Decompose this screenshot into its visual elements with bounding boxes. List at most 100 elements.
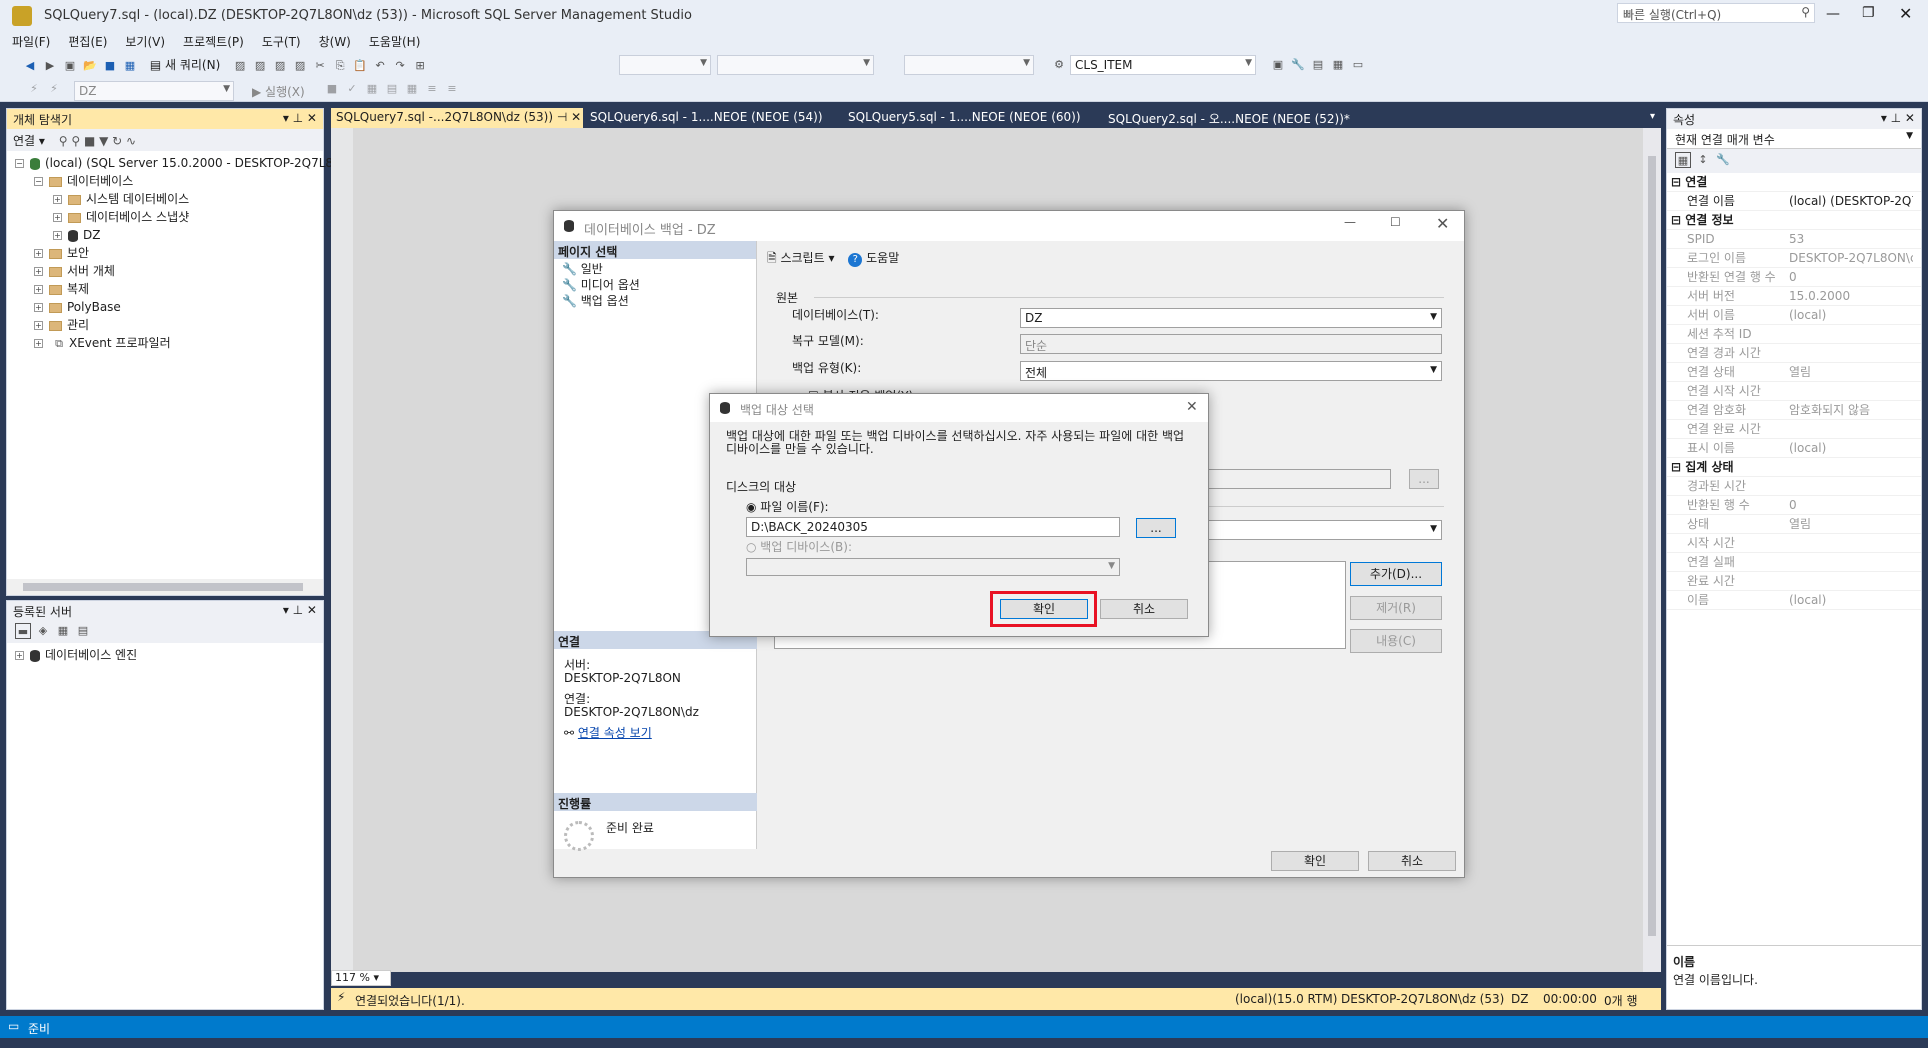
maximize-icon[interactable]: ☐ <box>1390 215 1401 229</box>
property-row[interactable]: SPID 53 <box>1667 230 1921 249</box>
panel-pin-icon[interactable]: ▾ ⊥ ✕ <box>283 111 317 125</box>
open-icon[interactable]: 📂 <box>82 58 98 74</box>
database-select[interactable]: DZ ▼ <box>1020 308 1442 328</box>
database-combo[interactable]: DZ ▼ <box>74 81 234 101</box>
pin-icon[interactable]: ⊣ <box>557 110 567 124</box>
tree-node[interactable]: + 데이터베이스 스냅샷 <box>15 208 323 226</box>
add-button[interactable]: 추가(D)... <box>1350 562 1442 586</box>
cancel-button[interactable]: 취소 <box>1100 599 1188 619</box>
property-category[interactable]: ⊟ 연결 정보 <box>1667 211 1921 230</box>
tree-node[interactable]: + ⧉ XEvent 프로파일러 <box>15 334 323 352</box>
tree-node[interactable]: − 데이터베이스 <box>15 172 323 190</box>
backup-cancel-button[interactable]: 취소 <box>1368 851 1456 871</box>
expand-icon[interactable]: + <box>34 249 43 258</box>
new-project-icon[interactable]: ▣ <box>62 58 78 74</box>
minimize-icon[interactable]: — <box>1344 215 1356 229</box>
property-row[interactable]: 연결 상태 열림 <box>1667 363 1921 382</box>
property-row[interactable]: 세션 추적 ID <box>1667 325 1921 344</box>
tree-node[interactable]: + 서버 개체 <box>15 262 323 280</box>
script-button[interactable]: 🗎 스크립트 ▾ <box>767 251 834 265</box>
backup-device-select[interactable]: ▼ <box>746 558 1120 576</box>
tab-sqlquery5[interactable]: SQLQuery5.sql - 1....NEOE (NEOE (60)) <box>843 108 1099 128</box>
backup-type-select[interactable]: 전체 ▼ <box>1020 361 1442 381</box>
panel-pin-icon[interactable]: ▾ ⊥ ✕ <box>1881 111 1915 125</box>
property-row[interactable]: 연결 이름 (local) (DESKTOP-2Q7L8 <box>1667 192 1921 211</box>
expand-icon[interactable]: − <box>34 177 43 186</box>
page-backup-options[interactable]: 🔧 백업 옵션 <box>562 293 748 309</box>
integration-icon[interactable]: ▤ <box>75 623 91 639</box>
help-button[interactable]: ? 도움말 <box>848 251 899 267</box>
find-combo[interactable]: CLS_ITEM ▼ <box>1070 55 1256 75</box>
view-connection-properties-link[interactable]: ⚯ 연결 속성 보기 <box>564 727 699 740</box>
minimize-button[interactable]: — <box>1826 6 1840 22</box>
disconnect-icon[interactable]: ⚡ <box>46 81 62 97</box>
menu-project[interactable]: 프로젝트(P) <box>174 30 253 53</box>
connect-icon[interactable]: ⚡ <box>26 81 42 97</box>
property-row[interactable]: 이름 (local) <box>1667 591 1921 610</box>
redo-icon[interactable]: ↷ <box>392 58 408 74</box>
platform-combo[interactable]: ▼ <box>717 55 874 75</box>
connect-dropdown[interactable]: 연결 ▾ <box>13 134 45 148</box>
tree-node[interactable]: + 시스템 데이터베이스 <box>15 190 323 208</box>
copy-icon[interactable]: ⎘ <box>332 58 348 74</box>
tree-node[interactable]: − (local) (SQL Server 15.0.2000 - DESKTOP… <box>15 154 343 172</box>
tree-node[interactable]: + PolyBase <box>15 298 323 316</box>
tab-sqlquery6[interactable]: SQLQuery6.sql - 1....NEOE (NEOE (54)) <box>585 108 839 128</box>
comment-icon[interactable]: ≡ <box>424 81 440 97</box>
registered-servers-icon[interactable]: ▤ <box>1310 57 1326 73</box>
paste-icon[interactable]: 📋 <box>352 58 368 74</box>
property-row[interactable]: 경과된 시간 <box>1667 477 1921 496</box>
vertical-scrollbar[interactable] <box>1643 128 1661 972</box>
uncomment-icon[interactable]: ≡ <box>444 81 460 97</box>
options-icon[interactable]: ▭ <box>1350 57 1366 73</box>
menu-view[interactable]: 보기(V) <box>116 30 174 53</box>
expand-icon[interactable]: − <box>15 159 24 168</box>
tree-node[interactable]: + 보안 <box>15 244 323 262</box>
horizontal-scrollbar[interactable] <box>7 579 323 595</box>
backup-device-radio[interactable]: ○ 백업 디바이스(B): <box>746 538 852 555</box>
backup-ok-button[interactable]: 확인 <box>1271 851 1359 871</box>
db-engine-icon[interactable]: ▬ <box>15 623 31 639</box>
property-row[interactable]: 연결 실패 <box>1667 553 1921 572</box>
browse-disabled-button[interactable]: ... <box>1409 469 1439 489</box>
menu-edit[interactable]: 편집(E) <box>59 30 116 53</box>
expand-icon[interactable]: + <box>53 213 62 222</box>
contents-button[interactable]: 내용(C) <box>1350 629 1442 653</box>
zoom-combo[interactable]: 117 % ▾ <box>331 970 391 986</box>
file-name-radio[interactable]: ◉ 파일 이름(F): <box>746 498 829 515</box>
destination-type-select[interactable]: ▼ <box>1194 520 1442 540</box>
browse-file-button[interactable]: ... <box>1136 518 1176 538</box>
solution-config-combo[interactable]: ▼ <box>619 55 711 75</box>
property-row[interactable]: 시작 시간 <box>1667 534 1921 553</box>
reporting-icon[interactable]: ▦ <box>55 623 71 639</box>
stop-icon[interactable]: ■ <box>324 81 340 97</box>
expand-icon[interactable]: + <box>34 285 43 294</box>
expand-icon[interactable]: + <box>34 267 43 276</box>
close-tab-icon[interactable]: ✕ <box>571 110 581 124</box>
properties-object-combo[interactable]: 현재 연결 매개 변수 ▼ <box>1667 129 1921 149</box>
property-category[interactable]: ⊟ 집계 상태 <box>1667 458 1921 477</box>
tab-sqlquery7[interactable]: SQLQuery7.sql -...2Q7L8ON\dz (53)) ⊣ ✕ <box>331 108 583 128</box>
toolbox-icon[interactable]: ▦ <box>1330 57 1346 73</box>
target-combo[interactable]: ▼ <box>904 55 1034 75</box>
property-category[interactable]: ⊟ 연결 <box>1667 173 1921 192</box>
property-row[interactable]: 로그인 이름 DESKTOP-2Q7L8ON\c <box>1667 249 1921 268</box>
execute-button[interactable]: ▶ 실행(X) <box>252 83 305 100</box>
filter-icon[interactable]: ⚲ ⚲ ■ ▼ ↻ ∿ <box>59 134 136 148</box>
file-name-input[interactable]: D:\BACK_20240305 <box>746 517 1120 537</box>
property-row[interactable]: 연결 완료 시간 <box>1667 420 1921 439</box>
alphabetical-icon[interactable]: ↕ <box>1695 152 1711 168</box>
quick-launch-input[interactable]: 빠른 실행(Ctrl+Q) ⚲ <box>1617 3 1815 23</box>
property-row[interactable]: 표시 이름 (local) <box>1667 439 1921 458</box>
analysis-icon[interactable]: ◈ <box>35 623 51 639</box>
back-icon[interactable]: ◀ <box>22 58 38 74</box>
panel-pin-icon[interactable]: ▾ ⊥ ✕ <box>283 603 317 617</box>
solution-explorer-icon[interactable]: ▣ <box>1270 57 1286 73</box>
property-row[interactable]: 반환된 행 수 0 <box>1667 496 1921 515</box>
plan-icon[interactable]: ▦ <box>364 81 380 97</box>
menu-tools[interactable]: 도구(T) <box>253 30 310 53</box>
cut-icon[interactable]: ✂ <box>312 58 328 74</box>
tab-overflow-icon[interactable]: ▾ <box>1650 111 1655 122</box>
property-row[interactable]: 서버 버전 15.0.2000 <box>1667 287 1921 306</box>
properties-icon[interactable]: 🔧 <box>1290 57 1306 73</box>
